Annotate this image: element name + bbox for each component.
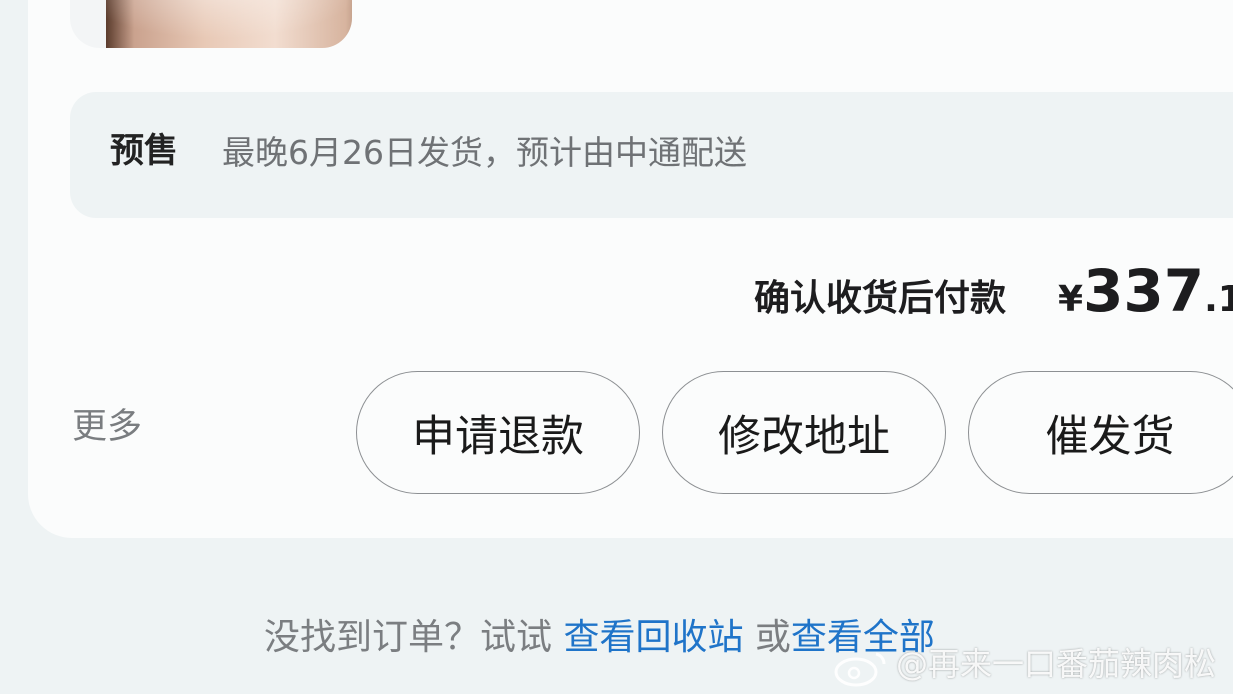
footer-or: 或 (743, 617, 791, 658)
urge-shipping-button[interactable]: 催发货 (968, 371, 1233, 494)
order-price: ¥337.10 (1058, 262, 1233, 320)
more-button[interactable]: 更多 (72, 410, 142, 445)
price-currency: ¥ (1058, 279, 1084, 320)
request-refund-button[interactable]: 申请退款 (356, 371, 640, 494)
price-integer: 337 (1083, 257, 1205, 325)
payment-label: 确认收货后付款 (754, 278, 1007, 319)
price-decimal: .10 (1204, 279, 1233, 320)
presale-info-box: 预售 最晚6月26日发货，预计由中通配送 (70, 92, 1233, 218)
product-image[interactable] (106, 0, 352, 48)
product-thumbnail[interactable] (70, 0, 352, 48)
presale-tag: 预售 (110, 131, 178, 171)
change-address-button[interactable]: 修改地址 (662, 371, 946, 494)
weibo-logo-icon (834, 652, 886, 687)
watermark-text: @再来一口番茄辣肉松 (896, 645, 1217, 683)
recycle-bin-link[interactable]: 查看回收站 (563, 617, 743, 658)
footer-prefix: 没找到订单？试试 (264, 617, 564, 658)
shipping-estimate-text: 最晚6月26日发货，预计由中通配送 (222, 133, 747, 172)
